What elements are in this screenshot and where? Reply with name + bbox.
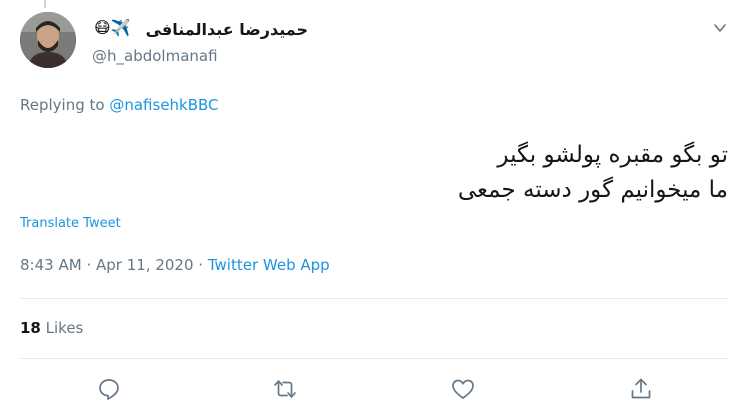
reply-context-prefix: Replying to: [20, 96, 105, 114]
likes-stat[interactable]: 18 Likes: [20, 319, 83, 337]
tweet-date[interactable]: Apr 11, 2020: [96, 256, 194, 274]
meta-separator: ·: [198, 256, 204, 274]
likes-label: Likes: [45, 319, 84, 337]
retweet-icon[interactable]: [272, 376, 298, 402]
likes-count: 18: [20, 319, 41, 337]
heart-icon[interactable]: [450, 376, 476, 402]
share-icon[interactable]: [628, 376, 654, 402]
chevron-down-icon[interactable]: [712, 20, 728, 36]
author-name-emoji: 😷✈️: [94, 18, 131, 37]
avatar[interactable]: [20, 12, 76, 68]
divider: [20, 358, 728, 359]
author-display-name[interactable]: حمیدرضا عبدالمنافی: [146, 20, 308, 39]
author-handle[interactable]: @h_abdolmanafi: [92, 47, 218, 65]
tweet-source-link[interactable]: Twitter Web App: [208, 256, 330, 274]
reply-mention-link[interactable]: @nafisehkBBC: [109, 96, 218, 114]
tweet-time[interactable]: 8:43 AM: [20, 256, 82, 274]
divider: [20, 298, 728, 299]
reply-context: Replying to @nafisehkBBC: [20, 96, 219, 114]
tweet-metadata: 8:43 AM · Apr 11, 2020 · Twitter Web App: [20, 256, 330, 274]
translate-tweet-link[interactable]: Translate Tweet: [20, 216, 121, 231]
tweet-text-line: ما میخوانیم گور دسته جمعی: [457, 177, 728, 203]
meta-separator: ·: [86, 256, 92, 274]
tweet-text: تو بگو مقبره پولشو بگیر ما میخوانیم گور …: [128, 138, 728, 208]
thread-connector-line: [44, 0, 46, 8]
reply-icon[interactable]: [96, 376, 122, 402]
tweet-text-line: تو بگو مقبره پولشو بگیر: [497, 142, 728, 168]
